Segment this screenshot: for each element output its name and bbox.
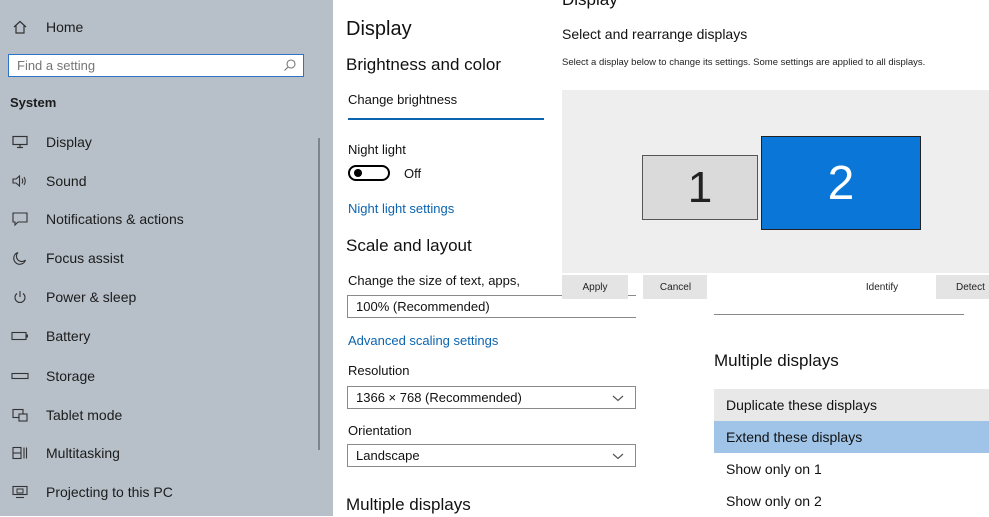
tablet-mode-icon: [10, 408, 30, 422]
sidebar-item-multitasking[interactable]: Multitasking: [0, 438, 333, 468]
sidebar-scrollbar[interactable]: [318, 138, 320, 450]
night-light-toggle[interactable]: [348, 165, 390, 181]
night-light-label: Night light: [348, 142, 406, 157]
sidebar-section-title: System: [10, 95, 57, 110]
brightness-slider[interactable]: [348, 118, 544, 120]
projecting-icon: [10, 485, 30, 499]
option-extend-selected[interactable]: Extend these displays: [714, 421, 989, 453]
scale-description: Change the size of text, apps,: [348, 273, 520, 288]
sidebar-item-focus-assist[interactable]: Focus assist: [0, 243, 333, 273]
multiple-displays-heading-left: Multiple displays: [346, 495, 471, 514]
detect-button[interactable]: Detect: [936, 275, 989, 299]
night-light-state: Off: [404, 166, 422, 181]
monitor-icon: [10, 135, 30, 149]
orientation-label: Orientation: [348, 423, 412, 438]
option-label: Extend these displays: [726, 429, 863, 445]
option-label: Show only on 1: [726, 461, 822, 477]
brightness-heading: Brightness and color: [346, 55, 501, 74]
change-brightness-label: Change brightness: [348, 92, 458, 107]
option-show-only-1[interactable]: Show only on 1: [714, 453, 989, 485]
multitasking-icon: [10, 446, 30, 460]
resolution-dropdown[interactable]: 1366 × 768 (Recommended): [347, 386, 636, 409]
storage-icon: [10, 372, 30, 380]
orientation-dropdown[interactable]: Landscape: [347, 444, 636, 467]
scale-value: 100% (Recommended): [356, 299, 490, 314]
sidebar-item-notifications[interactable]: Notifications & actions: [0, 204, 333, 234]
option-label: Duplicate these displays: [726, 397, 877, 413]
resolution-label: Resolution: [348, 363, 410, 378]
search-icon[interactable]: [283, 58, 297, 77]
sidebar-item-tablet-mode[interactable]: Tablet mode: [0, 400, 333, 430]
orientation-value: Landscape: [356, 448, 420, 463]
toggle-knob: [354, 169, 362, 177]
monitor-1[interactable]: 1: [642, 155, 758, 220]
sidebar-item-label: Notifications & actions: [46, 211, 184, 227]
sidebar-item-home[interactable]: Home: [0, 12, 333, 42]
arrange-heading: Select and rearrange displays: [562, 26, 748, 42]
monitor-2[interactable]: 2: [761, 136, 921, 230]
sidebar-item-label: Multitasking: [46, 445, 120, 461]
home-icon: [10, 19, 30, 35]
battery-icon: [10, 331, 30, 341]
moon-icon: [10, 251, 30, 265]
option-duplicate[interactable]: Duplicate these displays: [714, 389, 989, 421]
cut-off-title: Display: [562, 0, 618, 10]
cancel-button[interactable]: Cancel: [643, 275, 708, 299]
resolution-value: 1366 × 768 (Recommended): [356, 390, 522, 405]
sidebar-item-label: Projecting to this PC: [46, 484, 173, 500]
sidebar-item-projecting[interactable]: Projecting to this PC: [0, 477, 333, 507]
notifications-icon: [10, 212, 30, 226]
arrange-description: Select a display below to change its set…: [562, 57, 926, 68]
sidebar-item-label: Storage: [46, 368, 96, 384]
multiple-displays-heading: Multiple displays: [714, 351, 839, 370]
chevron-down-icon: [611, 449, 625, 464]
divider: [714, 314, 964, 315]
sidebar-item-label: Focus assist: [46, 250, 124, 266]
sidebar-item-storage[interactable]: Storage: [0, 361, 333, 391]
scale-heading: Scale and layout: [346, 236, 472, 255]
settings-sidebar: Home System Display Sound Notifications …: [0, 0, 333, 516]
sidebar-home-label: Home: [46, 19, 84, 35]
sidebar-item-label: Power & sleep: [46, 289, 137, 305]
chevron-down-icon: [611, 391, 625, 406]
night-light-settings-link[interactable]: Night light settings: [348, 201, 454, 216]
sidebar-item-label: Sound: [46, 173, 87, 189]
power-icon: [10, 290, 30, 304]
search-input[interactable]: [9, 55, 277, 76]
sidebar-item-label: Tablet mode: [46, 407, 123, 423]
sidebar-item-power-sleep[interactable]: Power & sleep: [0, 282, 333, 312]
page-title: Display: [346, 18, 412, 40]
sidebar-item-sound[interactable]: Sound: [0, 166, 333, 196]
search-field[interactable]: [8, 54, 304, 77]
option-label: Show only on 2: [726, 493, 822, 509]
sidebar-item-battery[interactable]: Battery: [0, 321, 333, 351]
speaker-icon: [10, 174, 30, 188]
sidebar-item-display[interactable]: Display: [0, 127, 333, 157]
sidebar-item-label: Battery: [46, 328, 91, 344]
identify-button[interactable]: Identify: [842, 275, 922, 299]
option-show-only-2[interactable]: Show only on 2: [714, 485, 989, 517]
advanced-scaling-link[interactable]: Advanced scaling settings: [348, 333, 498, 348]
sidebar-item-label: Display: [46, 134, 92, 150]
apply-button[interactable]: Apply: [562, 275, 628, 299]
